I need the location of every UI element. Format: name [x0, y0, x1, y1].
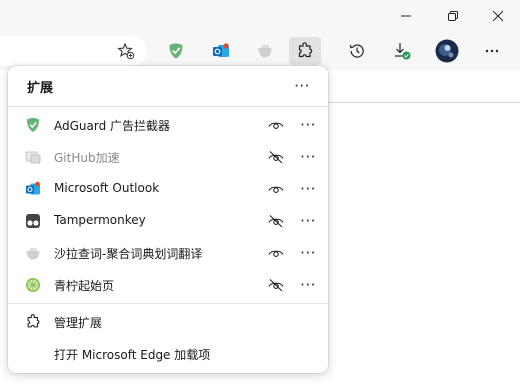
outlook-extension-icon: [213, 43, 229, 57]
extension-more-button[interactable]: ···: [294, 241, 322, 265]
close-button[interactable]: [476, 0, 520, 32]
extension-more-button[interactable]: ···: [294, 273, 322, 297]
panel-more-button[interactable]: ···: [288, 74, 316, 98]
manage-extensions-item[interactable]: 管理扩展: [8, 306, 328, 338]
settings-more-button[interactable]: [476, 37, 508, 65]
saladict-toolbar-button[interactable]: [249, 37, 281, 65]
github-accelerator-icon: [25, 149, 41, 165]
settings-more-icon: [485, 49, 499, 53]
eye-icon[interactable]: [264, 241, 288, 265]
tampermonkey-icon: [25, 213, 41, 229]
eye-hidden-icon[interactable]: [264, 209, 288, 233]
extension-more-button[interactable]: ···: [294, 113, 322, 137]
extension-name: 青柠起始页: [54, 279, 115, 293]
extension-name: Tampermonkey: [54, 213, 146, 227]
adguard-extension-icon: [169, 43, 183, 59]
adguard-shield-icon: [25, 117, 41, 133]
extension-name: AdGuard 广告拦截器: [54, 119, 171, 133]
history-button[interactable]: [341, 37, 373, 65]
downloads-button[interactable]: [386, 37, 418, 65]
manage-extensions-label: 管理扩展: [54, 316, 103, 330]
extension-more-button[interactable]: ···: [294, 145, 322, 169]
extension-name: Microsoft Outlook: [54, 181, 160, 195]
adguard-toolbar-button[interactable]: [160, 37, 192, 65]
open-edge-addons-label: 打开 Microsoft Edge 加载项: [54, 348, 211, 362]
extension-row-saladict[interactable]: 沙拉查词-聚合词典划词翻译 ···: [8, 237, 328, 269]
outlook-icon: [25, 181, 41, 197]
extension-row-lime-startpage[interactable]: 青柠起始页 ···: [8, 269, 328, 301]
profile-avatar: [435, 39, 459, 63]
footer-divider: [8, 303, 328, 304]
close-icon: [492, 10, 504, 22]
minimize-button[interactable]: [384, 0, 428, 32]
extension-row-github-accelerator[interactable]: GitHub加速 ···: [8, 141, 328, 173]
downloads-icon: [395, 43, 411, 60]
open-edge-addons-item[interactable]: 打开 Microsoft Edge 加载项: [8, 338, 328, 370]
extension-name: GitHub加速: [54, 151, 120, 165]
extensions-panel: 扩展 ··· AdGuard 广告拦截器 ··· GitHub加速 ··· Mi…: [8, 66, 328, 373]
extension-more-button[interactable]: ···: [294, 177, 322, 201]
eye-icon[interactable]: [264, 177, 288, 201]
lime-startpage-icon: [25, 277, 41, 293]
extension-more-button[interactable]: ···: [294, 209, 322, 233]
title-bar: [0, 0, 520, 32]
outlook-toolbar-button[interactable]: [205, 37, 237, 65]
extension-row-adguard[interactable]: AdGuard 广告拦截器 ···: [8, 109, 328, 141]
restore-icon: [448, 11, 458, 21]
minimize-icon: [401, 15, 411, 17]
eye-hidden-icon[interactable]: [264, 273, 288, 297]
extension-name: 沙拉查词-聚合词典划词翻译: [54, 247, 203, 261]
extension-row-tampermonkey[interactable]: Tampermonkey ···: [8, 205, 328, 237]
favorite-button[interactable]: [110, 37, 142, 65]
extension-row-outlook[interactable]: Microsoft Outlook ···: [8, 173, 328, 205]
eye-icon[interactable]: [264, 113, 288, 137]
page-divider: [328, 102, 520, 103]
panel-header: 扩展 ···: [8, 66, 328, 106]
favorite-star-icon: [117, 42, 135, 60]
panel-title: 扩展: [27, 81, 54, 96]
eye-hidden-icon[interactable]: [264, 145, 288, 169]
extensions-puzzle-icon: [298, 42, 313, 58]
puzzle-icon: [25, 314, 41, 330]
profile-button[interactable]: [431, 37, 463, 65]
translate-extension-icon: [258, 44, 272, 58]
extensions-button[interactable]: [289, 37, 321, 65]
header-divider: [8, 106, 328, 107]
history-icon: [349, 44, 364, 58]
saladict-icon: [25, 245, 41, 261]
restore-button[interactable]: [431, 0, 475, 32]
